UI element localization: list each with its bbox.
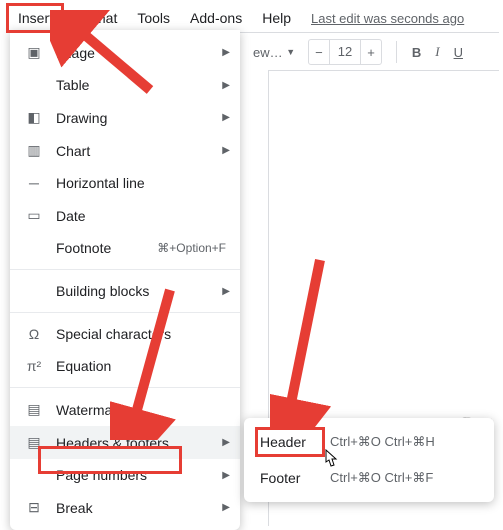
omega-icon: Ω — [24, 326, 44, 342]
insert-dropdown: ▣ Image ▶ Table ▶ ◧ Drawing ▶ ▥ Chart ▶ … — [10, 30, 240, 530]
menu-item-label: Watermark — [56, 402, 226, 418]
increase-font-button[interactable]: + — [361, 45, 381, 60]
toolbar: ew… ▼ − 12 + B I U — [240, 32, 499, 71]
menu-item-horizontal-line[interactable]: ─ Horizontal line — [10, 167, 240, 199]
chevron-right-icon: ▶ — [222, 437, 230, 448]
chevron-right-icon: ▶ — [222, 145, 230, 156]
toolbar-fragment[interactable]: ew… ▼ — [247, 41, 301, 64]
menu-item-label: Image — [56, 45, 226, 61]
chevron-down-icon: ▼ — [286, 47, 295, 57]
submenu-shortcut: Ctrl+⌘O Ctrl+⌘F — [330, 470, 433, 486]
menu-divider — [10, 269, 240, 270]
image-icon: ▣ — [24, 44, 44, 61]
menu-shortcut: ⌘+Option+F — [157, 241, 226, 255]
menu-item-special-characters[interactable]: Ω Special characters — [10, 318, 240, 350]
menu-item-label: Break — [56, 500, 226, 516]
break-icon: ⊟ — [24, 499, 44, 516]
menu-item-label: Special characters — [56, 326, 226, 342]
font-size-control[interactable]: − 12 + — [308, 39, 382, 65]
date-icon: ▭ — [24, 207, 44, 224]
menu-item-label: Footnote — [56, 240, 157, 256]
menu-item-break[interactable]: ⊟ Break ▶ — [10, 491, 240, 524]
chevron-right-icon: ▶ — [222, 286, 230, 297]
watermark-icon: ▤ — [24, 401, 44, 418]
menu-addons[interactable]: Add-ons — [182, 6, 250, 30]
chevron-right-icon: ▶ — [222, 80, 230, 91]
submenu-item-footer[interactable]: Footer Ctrl+⌘O Ctrl+⌘F — [244, 460, 494, 496]
menu-item-building-blocks[interactable]: Building blocks ▶ — [10, 275, 240, 307]
menu-item-label: Chart — [56, 143, 226, 159]
chevron-right-icon: ▶ — [222, 502, 230, 513]
pi-icon: π² — [24, 358, 44, 374]
decrease-font-button[interactable]: − — [309, 45, 329, 60]
menu-item-label: Equation — [56, 358, 226, 374]
menu-item-page-numbers[interactable]: Page numbers ▶ — [10, 459, 240, 491]
menu-item-label: Date — [56, 208, 226, 224]
menu-item-label: Table — [56, 77, 226, 93]
drawing-icon: ◧ — [24, 109, 44, 126]
menu-item-label: Headers & footers — [56, 435, 226, 451]
menu-item-footnote[interactable]: Footnote ⌘+Option+F — [10, 232, 240, 264]
menu-help[interactable]: Help — [254, 6, 299, 30]
headers-icon: ▤ — [24, 434, 44, 451]
separator — [396, 41, 397, 63]
menu-tools[interactable]: Tools — [129, 6, 178, 30]
menu-item-image[interactable]: ▣ Image ▶ — [10, 36, 240, 69]
hr-icon: ─ — [24, 175, 44, 191]
chevron-right-icon: ▶ — [222, 470, 230, 481]
menu-divider — [10, 312, 240, 313]
font-size-value[interactable]: 12 — [329, 40, 361, 64]
menu-item-watermark[interactable]: ▤ Watermark — [10, 393, 240, 426]
chevron-right-icon: ▶ — [222, 112, 230, 123]
menu-item-date[interactable]: ▭ Date — [10, 199, 240, 232]
menu-item-label: Horizontal line — [56, 175, 226, 191]
submenu-shortcut: Ctrl+⌘O Ctrl+⌘H — [330, 434, 435, 450]
submenu-label: Footer — [260, 470, 330, 486]
menu-item-headers-footers[interactable]: ▤ Headers & footers ▶ — [10, 426, 240, 459]
menu-divider — [10, 387, 240, 388]
chart-icon: ▥ — [24, 142, 44, 159]
menubar: Insert Format Tools Add-ons Help Last ed… — [0, 0, 503, 34]
bold-button[interactable]: B — [406, 41, 427, 64]
menu-item-label: Drawing — [56, 110, 226, 126]
menu-item-label: Building blocks — [56, 283, 226, 299]
underline-button[interactable]: U — [448, 41, 469, 64]
menu-item-drawing[interactable]: ◧ Drawing ▶ — [10, 101, 240, 134]
submenu-label: Header — [260, 434, 330, 450]
last-edit-link[interactable]: Last edit was seconds ago — [311, 11, 464, 26]
menu-item-label: Page numbers — [56, 467, 226, 483]
menu-format[interactable]: Format — [65, 6, 125, 30]
italic-button[interactable]: I — [429, 40, 445, 64]
submenu-item-header[interactable]: Header Ctrl+⌘O Ctrl+⌘H — [244, 424, 494, 460]
menu-insert[interactable]: Insert — [10, 6, 61, 30]
menu-item-chart[interactable]: ▥ Chart ▶ — [10, 134, 240, 167]
headers-footers-submenu: Header Ctrl+⌘O Ctrl+⌘H Footer Ctrl+⌘O Ct… — [244, 418, 494, 502]
chevron-right-icon: ▶ — [222, 47, 230, 58]
menu-item-table[interactable]: Table ▶ — [10, 69, 240, 101]
menu-item-equation[interactable]: π² Equation — [10, 350, 240, 382]
